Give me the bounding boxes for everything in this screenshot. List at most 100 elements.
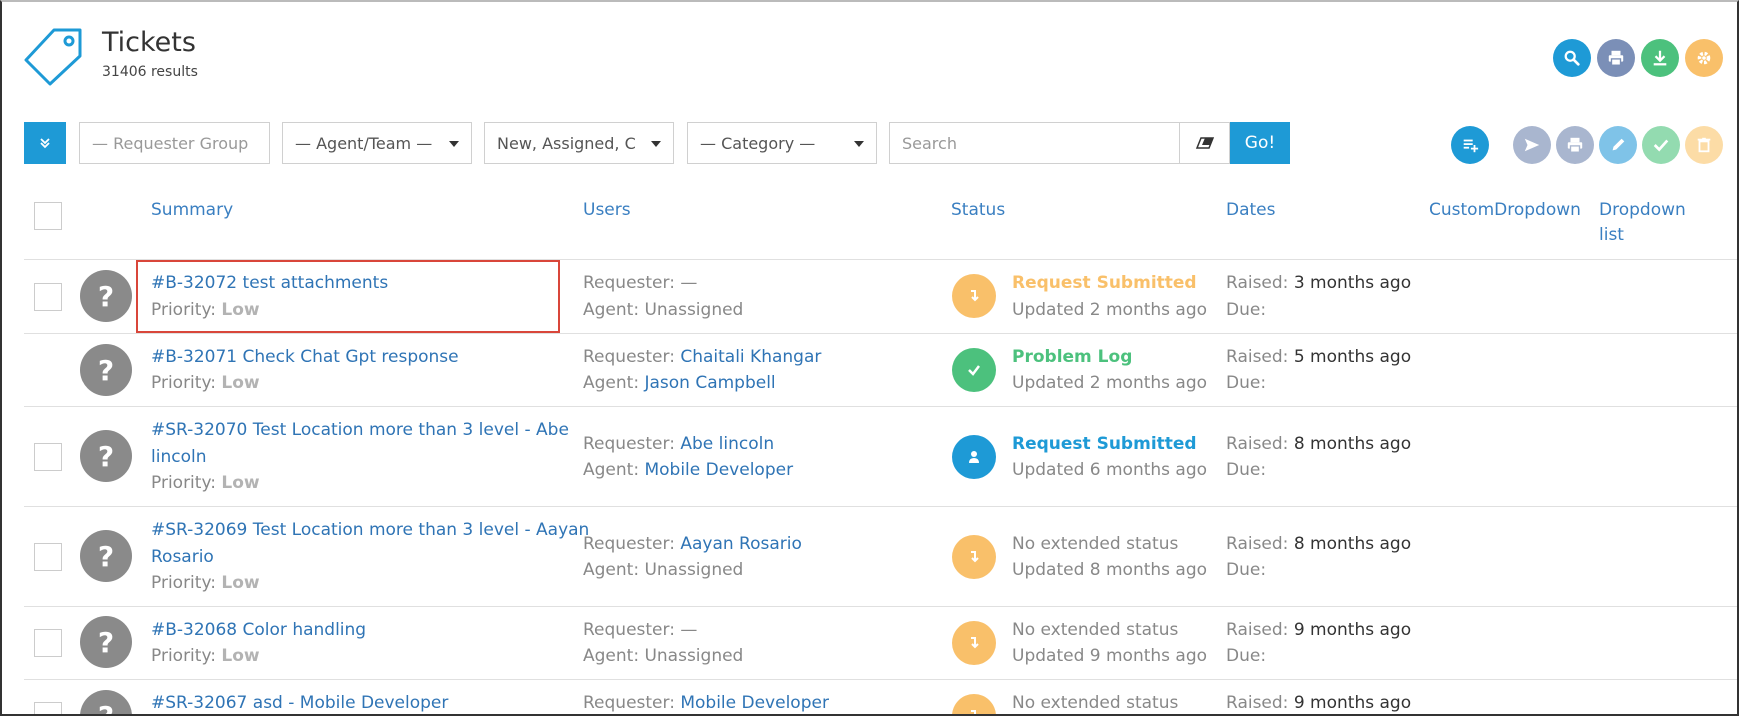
question-icon: ? <box>80 530 132 582</box>
tickets-page: Tickets 31406 results — Requester Group … <box>0 0 1739 716</box>
requester-label: Requester: <box>583 620 675 640</box>
edit-button[interactable] <box>1599 126 1637 164</box>
requester-label: Requester: <box>583 534 675 554</box>
ticket-title-continued[interactable]: Rosario <box>151 544 214 570</box>
priority-value: Low <box>221 473 260 493</box>
priority-value: Low <box>221 373 260 393</box>
agent: Agent: Unassigned <box>583 643 743 669</box>
row-checkbox[interactable] <box>34 702 62 714</box>
row-checkbox[interactable] <box>34 283 62 311</box>
settings-button[interactable] <box>1685 39 1723 77</box>
status-icon <box>952 694 996 714</box>
raised-value: 9 months ago <box>1293 693 1412 713</box>
ticket-title[interactable]: #SR-32067 asd - Mobile Developer <box>151 690 448 714</box>
pencil-icon <box>1612 138 1625 151</box>
priority-value: Low <box>221 573 260 593</box>
print-button[interactable] <box>1597 39 1635 77</box>
row-checkbox[interactable] <box>34 629 62 657</box>
question-icon: ? <box>80 270 132 322</box>
status-updated: Updated 6 months ago <box>1012 460 1208 480</box>
agent-label: Agent: <box>583 560 640 580</box>
resolve-button[interactable] <box>1642 126 1680 164</box>
add-to-list-button[interactable] <box>1451 126 1489 164</box>
requester-label: Requester: <box>583 693 675 713</box>
caret-down-icon <box>854 141 864 147</box>
download-button[interactable] <box>1641 39 1679 77</box>
row-checkbox[interactable] <box>34 443 62 471</box>
priority-label: Priority: <box>151 373 216 393</box>
clear-search-button[interactable] <box>1180 122 1230 164</box>
arrow-down-icon <box>971 710 976 714</box>
gear-icon <box>1697 51 1711 65</box>
requester: Requester: — <box>583 617 697 643</box>
raised-label: Raised: <box>1226 534 1289 554</box>
ticket-priority: Priority: Low <box>151 570 260 596</box>
send-button[interactable] <box>1513 126 1551 164</box>
column-header-dates[interactable]: Dates <box>1226 200 1276 220</box>
agent-value[interactable]: Mobile Developer <box>644 460 793 480</box>
question-icon: ? <box>80 430 132 482</box>
select-all-checkbox[interactable] <box>34 202 62 230</box>
go-button[interactable]: Go! <box>1230 122 1290 164</box>
requester-value[interactable]: Mobile Developer <box>680 693 829 713</box>
agent-label: Agent: <box>583 460 640 480</box>
search-input[interactable]: Search <box>889 122 1180 164</box>
requester: Requester: Chaitali Khangar <box>583 344 821 370</box>
caret-down-icon <box>449 141 459 147</box>
ticket-priority: Priority: Low <box>151 370 260 396</box>
raised-label: Raised: <box>1226 273 1289 293</box>
column-header-dropdown-list-line2: list <box>1599 225 1624 245</box>
column-header-custom-dropdown[interactable]: CustomDropdown <box>1429 200 1581 220</box>
caret-down-icon <box>651 141 661 147</box>
column-header-status[interactable]: Status <box>951 200 1005 220</box>
raised-date: Raised: 9 months ago <box>1226 617 1411 643</box>
bulk-actions <box>1451 126 1723 164</box>
requester-label: Requester: <box>583 434 675 454</box>
playlist-add-icon <box>1463 139 1479 153</box>
ticket-title[interactable]: #B-32071 Check Chat Gpt response <box>151 344 459 370</box>
priority-label: Priority: <box>151 573 216 593</box>
status-updated: Updated 8 months ago <box>1012 560 1208 580</box>
check-icon <box>968 365 980 376</box>
column-header-users[interactable]: Users <box>583 200 631 220</box>
priority-label: Priority: <box>151 646 216 666</box>
requester-value[interactable]: Chaitali Khangar <box>680 347 821 367</box>
category-select[interactable]: — Category — <box>687 122 877 164</box>
column-header-summary[interactable]: Summary <box>151 200 233 220</box>
divider <box>24 679 1737 680</box>
column-header-dropdown-list[interactable]: Dropdown list <box>1599 198 1686 248</box>
requester-value[interactable]: Abe lincoln <box>680 434 774 454</box>
status-updated: Updated 2 months ago <box>1012 373 1208 393</box>
bulk-print-button[interactable] <box>1556 126 1594 164</box>
delete-button[interactable] <box>1685 126 1723 164</box>
ticket-title[interactable]: #SR-32070 Test Location more than 3 leve… <box>151 417 569 443</box>
double-chevron-down-icon <box>40 138 50 149</box>
status-title: Request Submitted <box>1012 434 1197 454</box>
expand-filters-button[interactable] <box>24 122 66 164</box>
agent-team-select[interactable]: — Agent/Team — <box>282 122 472 164</box>
raised-value: 8 months ago <box>1293 434 1412 454</box>
raised-value: 9 months ago <box>1293 620 1412 640</box>
question-icon: ? <box>80 690 132 714</box>
question-icon: ? <box>80 616 132 668</box>
requester-label: Requester: <box>583 347 675 367</box>
ticket-title-continued[interactable]: lincoln <box>151 444 206 470</box>
priority-label: Priority: <box>151 473 216 493</box>
row-checkbox[interactable] <box>34 543 62 571</box>
ticket-title[interactable]: #B-32068 Color handling <box>151 617 366 643</box>
status-select[interactable]: New, Assigned, Cl <box>484 122 674 164</box>
search-button[interactable] <box>1553 39 1591 77</box>
agent-value[interactable]: Jason Campbell <box>644 373 775 393</box>
requester: Requester: Abe lincoln <box>583 431 774 457</box>
arrow-down-icon <box>971 637 979 649</box>
requester: Requester: Mobile Developer <box>583 690 829 714</box>
requester-group-input[interactable]: — Requester Group <box>79 122 270 164</box>
page-actions <box>1553 39 1723 77</box>
requester: Requester: Aayan Rosario <box>583 531 802 557</box>
requester-value[interactable]: Aayan Rosario <box>680 534 802 554</box>
agent-team-value: — Agent/Team — <box>295 133 433 153</box>
raised-value: 5 months ago <box>1293 347 1412 367</box>
ticket-title[interactable]: #SR-32069 Test Location more than 3 leve… <box>151 517 589 543</box>
due-date: Due: <box>1226 300 1267 320</box>
requester-value: — <box>680 273 698 293</box>
